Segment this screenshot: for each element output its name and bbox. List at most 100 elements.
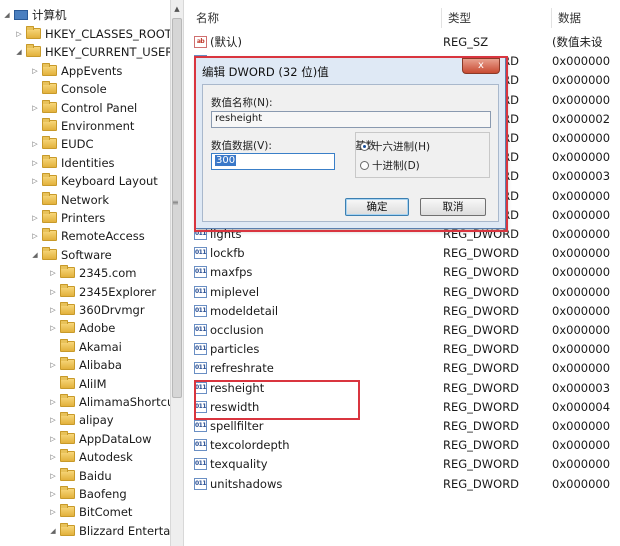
folder-icon bbox=[60, 375, 75, 389]
folder-icon bbox=[42, 81, 57, 95]
tree-item[interactable]: ▷ Adobe bbox=[48, 319, 115, 337]
tree-root-computer[interactable]: ◢ 计算机 bbox=[2, 6, 66, 24]
table-row[interactable]: 011 refreshrate REG_DWORD 0x000000 bbox=[190, 359, 610, 378]
tree-item[interactable]: ▷ Identities bbox=[30, 154, 115, 172]
tree-item-label: Alibaba bbox=[79, 358, 122, 373]
expand-arrow-icon[interactable]: ▷ bbox=[48, 503, 58, 521]
tree-item-label: AliIM bbox=[79, 376, 107, 391]
expand-arrow-icon[interactable]: ▷ bbox=[48, 283, 58, 301]
tree-item[interactable]: Akamai bbox=[48, 338, 122, 356]
value-type-cell: REG_DWORD bbox=[443, 380, 520, 395]
tree-item[interactable]: Network bbox=[30, 191, 109, 209]
table-row[interactable]: 011 unitshadows REG_DWORD 0x000000 bbox=[190, 475, 610, 494]
value-type-cell: REG_DWORD bbox=[443, 361, 520, 376]
tree-item[interactable]: ▷ alipay bbox=[48, 411, 114, 429]
value-name-cell: modeldetail bbox=[210, 303, 279, 318]
table-row[interactable]: 011 lockfb REG_DWORD 0x000000 bbox=[190, 244, 610, 263]
tree-item[interactable]: ▷ Autodesk bbox=[48, 448, 133, 466]
expand-arrow-icon[interactable]: ▷ bbox=[48, 319, 58, 337]
expand-arrow-icon[interactable]: ▷ bbox=[48, 393, 58, 411]
tree-item[interactable]: ▷ RemoteAccess bbox=[30, 227, 145, 245]
tree-item[interactable]: ▷ Baofeng bbox=[48, 485, 127, 503]
tree-item[interactable]: ◢ HKEY_CURRENT_USER bbox=[14, 43, 170, 61]
table-row[interactable]: 011 maxfps REG_DWORD 0x000000 bbox=[190, 263, 610, 282]
expand-arrow-icon[interactable]: ▷ bbox=[30, 135, 40, 153]
table-row[interactable]: 011 miplevel REG_DWORD 0x000000 bbox=[190, 283, 610, 302]
tree-item[interactable]: ▷ Printers bbox=[30, 209, 105, 227]
tree-item[interactable]: ▷ Alibaba bbox=[48, 356, 122, 374]
scroll-up-arrow-icon[interactable]: ▲ bbox=[171, 2, 183, 16]
tree-item[interactable]: ◢ Software bbox=[30, 246, 112, 264]
expand-arrow-icon[interactable]: ▷ bbox=[48, 264, 58, 282]
tree-vertical-scrollbar[interactable]: ▲ ≡ bbox=[170, 0, 184, 546]
expand-arrow-icon[interactable]: ▷ bbox=[48, 411, 58, 429]
tree-item[interactable]: Environment bbox=[30, 117, 134, 135]
value-data-cell: 0x000000 bbox=[552, 265, 611, 280]
folder-icon bbox=[26, 44, 41, 58]
collapse-arrow-icon[interactable]: ◢ bbox=[14, 43, 24, 61]
tree-item-label: Network bbox=[61, 192, 110, 207]
tree-item[interactable]: ▷ AlimamaShortcu bbox=[48, 393, 170, 411]
tree-item[interactable]: Console bbox=[30, 80, 107, 98]
tree-item[interactable]: ▷ BitComet bbox=[48, 503, 132, 521]
expand-arrow-icon[interactable]: ▷ bbox=[30, 227, 40, 245]
tree-item[interactable]: ▷ 2345.com bbox=[48, 264, 136, 282]
tree-item[interactable]: ▷ 360Drvmgr bbox=[48, 301, 145, 319]
tree-item[interactable]: ▷ 2345Explorer bbox=[48, 283, 156, 301]
expand-arrow-icon[interactable]: ▷ bbox=[30, 99, 40, 117]
column-header-type[interactable]: 类型 bbox=[442, 8, 552, 28]
tree-item[interactable]: ▷ Control Panel bbox=[30, 99, 137, 117]
binary-value-icon: 011 bbox=[194, 247, 207, 260]
tree-item[interactable]: ▷ AppDataLow bbox=[48, 430, 152, 448]
folder-icon bbox=[42, 136, 57, 150]
expand-arrow-icon[interactable]: ▷ bbox=[14, 25, 24, 43]
computer-icon bbox=[14, 10, 28, 20]
collapse-arrow-icon[interactable]: ◢ bbox=[30, 246, 40, 264]
tree-item[interactable]: ◢ Blizzard Entertai bbox=[48, 522, 170, 540]
expand-arrow-icon[interactable]: ▷ bbox=[30, 62, 40, 80]
table-row[interactable]: 011 particles REG_DWORD 0x000000 bbox=[190, 340, 610, 359]
tree-item-label: AppDataLow bbox=[79, 431, 152, 446]
expand-arrow-icon[interactable]: ▷ bbox=[48, 448, 58, 466]
value-data-cell: 0x000003 bbox=[552, 169, 611, 184]
value-name-cell: refreshrate bbox=[210, 361, 274, 376]
table-row[interactable]: 011 modeldetail REG_DWORD 0x000000 bbox=[190, 302, 610, 321]
tree-item[interactable]: ▷ HKEY_CLASSES_ROOT bbox=[14, 25, 170, 43]
folder-icon bbox=[60, 265, 75, 279]
tree-item-label: 2345.com bbox=[79, 266, 137, 281]
expand-arrow-icon[interactable]: ▷ bbox=[48, 430, 58, 448]
expand-arrow-icon[interactable]: ▷ bbox=[48, 485, 58, 503]
table-row[interactable]: 011 texquality REG_DWORD 0x000000 bbox=[190, 455, 610, 474]
tree-item-label: Keyboard Layout bbox=[61, 174, 158, 189]
tree-item[interactable]: ▷ EUDC bbox=[30, 135, 94, 153]
tree-item[interactable]: ▷ Keyboard Layout bbox=[30, 172, 158, 190]
folder-icon bbox=[60, 394, 75, 407]
tree-item[interactable]: ▷ Baidu bbox=[48, 467, 112, 485]
value-type-cell: REG_DWORD bbox=[443, 265, 520, 280]
value-data-cell: 0x000000 bbox=[552, 438, 611, 453]
folder-icon bbox=[60, 467, 75, 481]
table-row[interactable]: ab (默认) REG_SZ (数值未设 bbox=[190, 33, 603, 52]
expand-arrow-icon[interactable]: ▷ bbox=[30, 154, 40, 172]
tree-item-label: Baidu bbox=[79, 468, 112, 483]
table-row[interactable]: 011 occlusion REG_DWORD 0x000000 bbox=[190, 321, 610, 340]
tree-item-label: Console bbox=[61, 82, 107, 97]
column-header-name[interactable]: 名称 bbox=[190, 8, 442, 28]
value-data-cell: 0x000000 bbox=[552, 284, 611, 299]
collapse-arrow-icon[interactable]: ◢ bbox=[48, 522, 58, 540]
expand-arrow-icon[interactable]: ◢ bbox=[2, 6, 12, 24]
expand-arrow-icon[interactable]: ▷ bbox=[48, 356, 58, 374]
value-data-cell: 0x000000 bbox=[552, 361, 611, 376]
expand-arrow-icon[interactable]: ▷ bbox=[48, 301, 58, 319]
expand-arrow-icon[interactable]: ▷ bbox=[48, 467, 58, 485]
expand-arrow-icon[interactable]: ▷ bbox=[30, 172, 40, 190]
tree-item[interactable]: ▷ AppEvents bbox=[30, 62, 122, 80]
scrollbar-thumb[interactable] bbox=[172, 18, 182, 398]
table-row[interactable]: 011 texcolordepth REG_DWORD 0x000000 bbox=[190, 436, 610, 455]
value-data-cell: 0x000000 bbox=[552, 207, 611, 222]
tree-item[interactable]: AliIM bbox=[48, 375, 107, 393]
folder-icon bbox=[42, 62, 57, 76]
expand-arrow-icon[interactable]: ▷ bbox=[30, 209, 40, 227]
column-header-data[interactable]: 数据 bbox=[552, 8, 612, 28]
registry-tree[interactable]: ◢ 计算机 ▷ HKEY_CLASSES_ROOT ◢ HKEY_CURRENT_USE… bbox=[0, 0, 170, 546]
